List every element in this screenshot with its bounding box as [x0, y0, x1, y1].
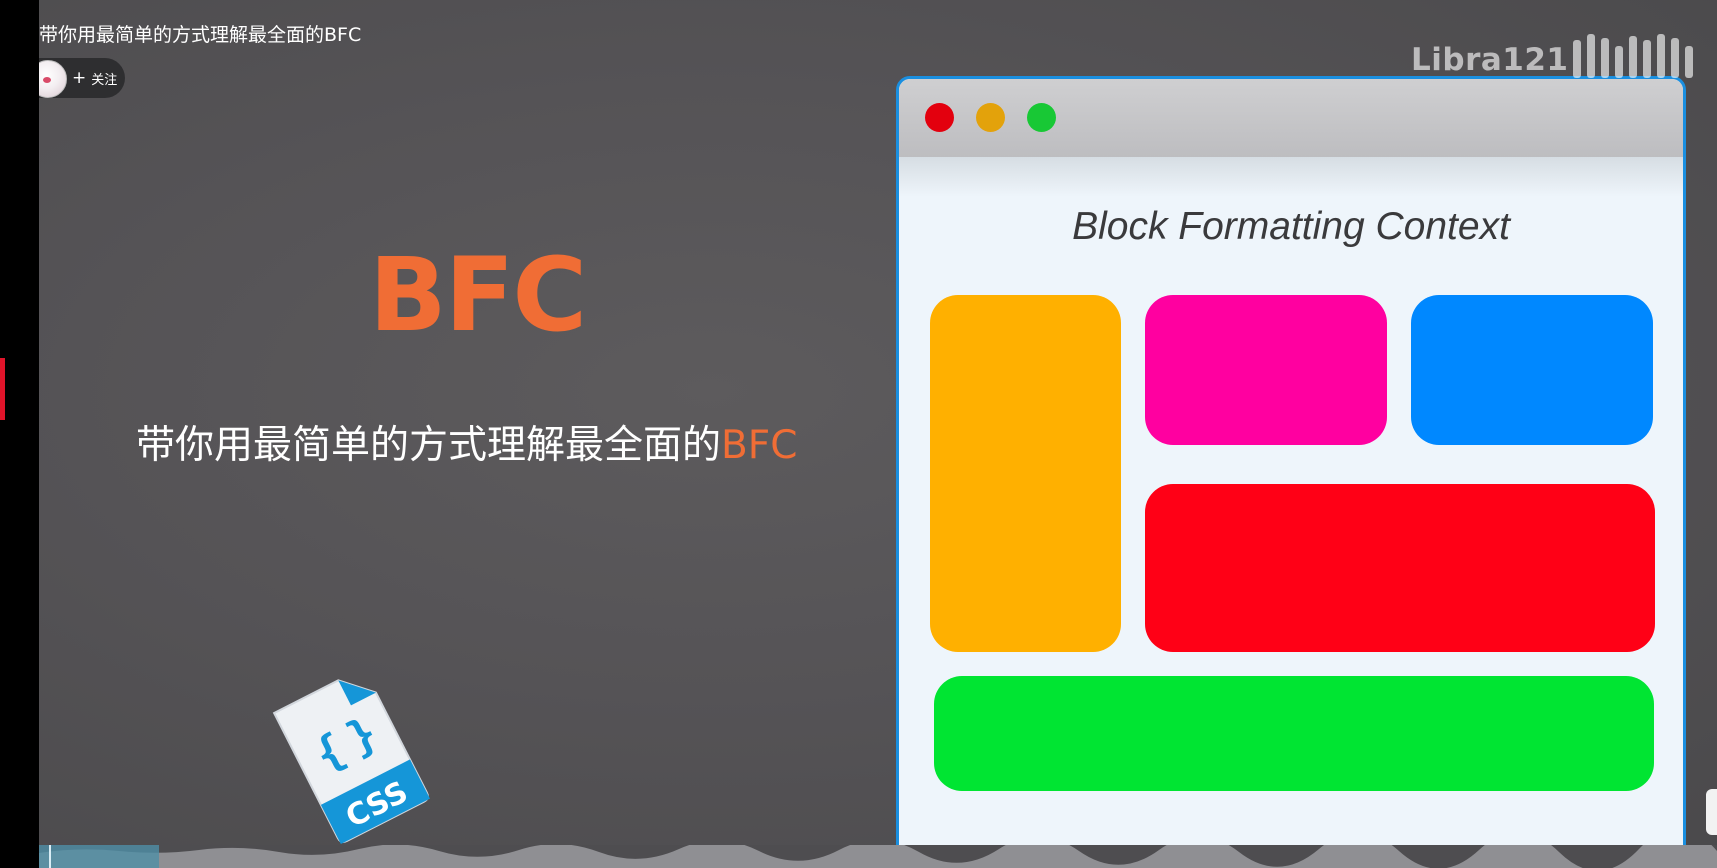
video-title: 带你用最简单的方式理解最全面的BFC	[39, 24, 362, 46]
follow-button[interactable]: + 关注	[72, 66, 117, 90]
side-panel-handle[interactable]	[1706, 789, 1717, 835]
video-player[interactable]: 带你用最简单的方式理解最全面的BFC + 关注 Libra121 bilibil…	[0, 0, 1717, 868]
follow-label: 关注	[91, 72, 118, 88]
watermark-username: Libra121	[1411, 42, 1569, 78]
video-frame[interactable]: 带你用最简单的方式理解最全面的BFC + 关注 Libra121 bilibil…	[39, 0, 1717, 868]
layout-block-blue	[1411, 295, 1653, 445]
uploader-chip: + 关注	[39, 58, 125, 98]
audio-waveform-bar[interactable]	[39, 845, 1717, 868]
layout-block-green	[934, 676, 1654, 791]
close-dot-icon	[925, 103, 954, 132]
plus-icon: +	[72, 67, 87, 88]
layout-block-orange	[930, 295, 1121, 652]
css-file-icon: { } CSS	[272, 679, 430, 845]
window-titlebar	[899, 79, 1683, 197]
browser-window-illustration: Block Formatting Context	[896, 76, 1686, 868]
minimize-dot-icon	[976, 103, 1005, 132]
window-heading: Block Formatting Context	[1072, 205, 1510, 248]
slide-subtitle: 带你用最简单的方式理解最全面的BFC	[136, 426, 797, 465]
uploader-avatar[interactable]	[39, 60, 67, 98]
bilibili-logo-icon: bilibili	[1573, 34, 1693, 78]
left-side-panel	[0, 0, 39, 868]
subtitle-main: 带你用最简单的方式理解最全面的	[136, 423, 722, 468]
layout-block-red	[1145, 484, 1655, 652]
subtitle-accent: BFC	[721, 423, 798, 468]
maximize-dot-icon	[1027, 103, 1056, 132]
side-progress-marker	[0, 358, 5, 420]
layout-block-magenta	[1145, 295, 1387, 445]
slide-heading: BFC	[369, 236, 587, 355]
